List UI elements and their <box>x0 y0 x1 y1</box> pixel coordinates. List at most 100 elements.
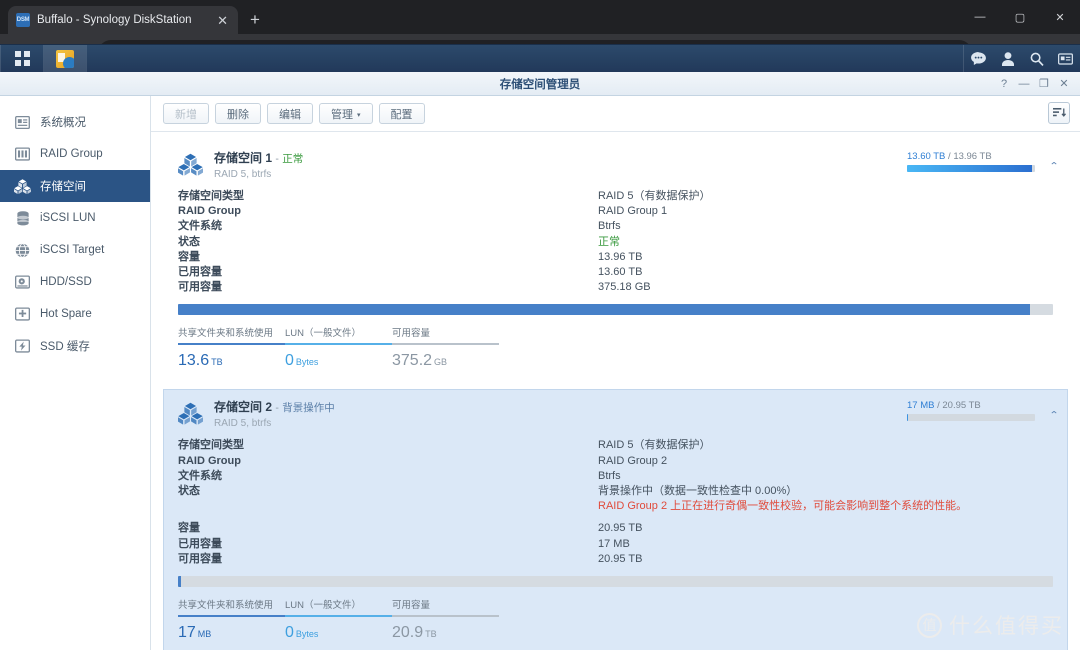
search-icon[interactable] <box>1022 45 1051 73</box>
minimize-button[interactable]: — <box>1014 73 1034 95</box>
field-label-type: 存储空间类型 <box>178 190 244 202</box>
window-controls: ? — ❐ ✕ <box>994 73 1080 95</box>
overview-icon <box>14 114 31 131</box>
lun-icon <box>14 210 31 227</box>
field-value-type: RAID 5（有数据保护） <box>598 190 711 202</box>
browser-minimize-button[interactable]: — <box>960 0 1000 34</box>
table-row: 已用容量 17 MB <box>178 537 1053 552</box>
sidebar-item-iscsi-target[interactable]: iSCSI Target <box>0 234 150 266</box>
configure-button[interactable]: 配置 <box>378 103 425 124</box>
stat-unit: Bytes <box>295 357 319 368</box>
browser-maximize-button[interactable]: ▢ <box>1000 0 1040 34</box>
stat-free-capacity: 可用容量 20.9 TB <box>392 597 499 642</box>
field-label-filesystem: 文件系统 <box>178 220 222 233</box>
main-menu-button[interactable] <box>1 45 43 73</box>
browser-tab[interactable]: DSM Buffalo - Synology DiskStation ✕ <box>8 6 238 34</box>
sidebar-item-overview[interactable]: 系统概况 <box>0 106 150 138</box>
field-value-status: 正常 <box>598 235 620 248</box>
chevron-down-icon: ▾ <box>357 111 361 119</box>
field-value-status: 背景操作中（数据一致性检查中 0.00%） <box>598 485 798 498</box>
pool-usage-used: 13.60 TB <box>907 151 946 162</box>
storage-pool-card[interactable]: 17 MB / 20.95 TB ⌃ 存储空间 2 - 背景操作中 RAID 5… <box>163 389 1068 650</box>
edit-button[interactable]: 编辑 <box>267 103 313 124</box>
sort-button[interactable] <box>1048 102 1070 124</box>
stat-value: 0 Bytes <box>285 352 392 370</box>
pool-capacity-bar <box>178 576 1053 588</box>
field-label-used: 已用容量 <box>178 537 222 550</box>
chat-icon[interactable] <box>964 45 993 73</box>
stat-value: 17 MB <box>178 624 285 642</box>
field-label-available: 可用容量 <box>178 552 222 565</box>
help-button[interactable]: ? <box>994 73 1014 95</box>
window-body: 系统概况 RAID Group 存储空间 iSCSI LUN iSCSI Tar… <box>0 96 1080 650</box>
sidebar-item-label: RAID Group <box>40 148 103 160</box>
pool-warning-message: RAID Group 2 上正在进行奇偶一致性校验，可能会影响到整个系统的性能。 <box>598 500 968 513</box>
field-label-status: 状态 <box>178 235 200 248</box>
delete-button[interactable]: 删除 <box>215 103 261 124</box>
grid-icon <box>14 51 30 66</box>
create-button[interactable]: 新增 <box>163 103 209 124</box>
stat-value: 375.2 GB <box>392 352 499 370</box>
stat-label: 共享文件夹和系统使用 <box>178 328 274 340</box>
dsm-desktop: 存储空间管理员 ? — ❐ ✕ 系统概况 RAID Group 存储空间 iSC… <box>0 44 1080 650</box>
chevron-up-icon[interactable]: ⌃ <box>1049 410 1059 421</box>
new-tab-button[interactable]: + <box>250 10 260 30</box>
user-icon[interactable] <box>993 45 1022 73</box>
content-area: 新增 删除 编辑 管理 ▾ 配置 13.60 TB / 13.96 TB ⌃ 存… <box>151 96 1080 650</box>
stat-unit: TB <box>425 629 437 640</box>
restore-button[interactable]: ❐ <box>1034 73 1054 95</box>
stat-unit: TB <box>211 357 223 368</box>
browser-tabstrip: DSM Buffalo - Synology DiskStation ✕ + —… <box>0 0 1080 34</box>
sidebar-item-raid-group[interactable]: RAID Group <box>0 138 150 170</box>
tab-title: Buffalo - Synology DiskStation <box>37 14 192 26</box>
table-row: 可用容量 375.18 GB <box>178 280 1053 295</box>
field-value-filesystem: Btrfs <box>598 469 621 482</box>
storage-pool-icon <box>14 178 31 195</box>
stat-free-capacity: 可用容量 375.2 GB <box>392 325 499 370</box>
close-button[interactable]: ✕ <box>1054 73 1074 95</box>
pool-name: 存储空间 1 <box>214 151 273 165</box>
sidebar-item-hdd-ssd[interactable]: HDD/SSD <box>0 266 150 298</box>
pool-usage-summary: 17 MB / 20.95 TB <box>907 400 1035 422</box>
pool-name-dash: - <box>275 402 279 415</box>
field-label-capacity: 容量 <box>178 250 200 263</box>
manage-button[interactable]: 管理 ▾ <box>319 103 373 124</box>
field-value-available: 375.18 GB <box>598 281 651 294</box>
pool-usage-total: 20.95 TB <box>942 400 981 412</box>
window-titlebar: 存储空间管理员 ? — ❐ ✕ <box>0 72 1080 96</box>
storage-pool-icon <box>177 400 204 430</box>
stat-unit: MB <box>197 629 212 640</box>
ssd-cache-icon <box>14 338 31 355</box>
target-icon <box>14 242 31 259</box>
storage-pool-card[interactable]: 13.60 TB / 13.96 TB ⌃ 存储空间 1 - 正常 RAID 5… <box>163 140 1068 383</box>
taskbar-app-storage-manager[interactable] <box>44 44 86 73</box>
table-row: 文件系统 Btrfs <box>178 219 1053 234</box>
pool-name-dash: - <box>275 153 279 165</box>
pool-stats: 共享文件夹和系统使用 17 MB LUN（一般文件） 0 Bytes 可用容量 … <box>178 597 1053 642</box>
chevron-up-icon[interactable]: ⌃ <box>1049 160 1059 171</box>
field-label-raid-group: RAID Group <box>178 454 241 467</box>
spacer-row <box>178 514 1053 521</box>
sidebar-item-iscsi-lun[interactable]: iSCSI LUN <box>0 202 150 234</box>
field-label-filesystem: 文件系统 <box>178 469 222 482</box>
browser-close-button[interactable]: ✕ <box>1040 0 1080 34</box>
stat-label: 共享文件夹和系统使用 <box>178 600 274 612</box>
stat-shared-usage: 共享文件夹和系统使用 13.6 TB <box>178 325 285 370</box>
sidebar-item-label: SSD 缓存 <box>40 341 90 353</box>
pool-usage-total: 13.96 TB <box>953 151 992 162</box>
storage-manager-window: 存储空间管理员 ? — ❐ ✕ 系统概况 RAID Group 存储空间 iSC… <box>0 72 1080 650</box>
sidebar-item-label: iSCSI Target <box>40 244 105 256</box>
stat-rule <box>392 615 499 618</box>
pool-usage-bar-fill <box>907 414 908 422</box>
field-value-filesystem: Btrfs <box>598 220 621 233</box>
pool-list[interactable]: 13.60 TB / 13.96 TB ⌃ 存储空间 1 - 正常 RAID 5… <box>151 132 1080 650</box>
sidebar-item-hot-spare[interactable]: Hot Spare <box>0 298 150 330</box>
sidebar-item-ssd-cache[interactable]: SSD 缓存 <box>0 330 150 362</box>
stat-label: LUN（一般文件） <box>285 600 362 612</box>
sidebar-item-storage-pool[interactable]: 存储空间 <box>0 170 150 202</box>
tab-close-icon[interactable]: ✕ <box>215 14 230 27</box>
stat-number: 0 <box>285 352 294 370</box>
pool-capacity-bar-fill <box>178 576 181 588</box>
notification-icon[interactable] <box>1051 45 1080 73</box>
storage-manager-icon <box>56 49 74 68</box>
